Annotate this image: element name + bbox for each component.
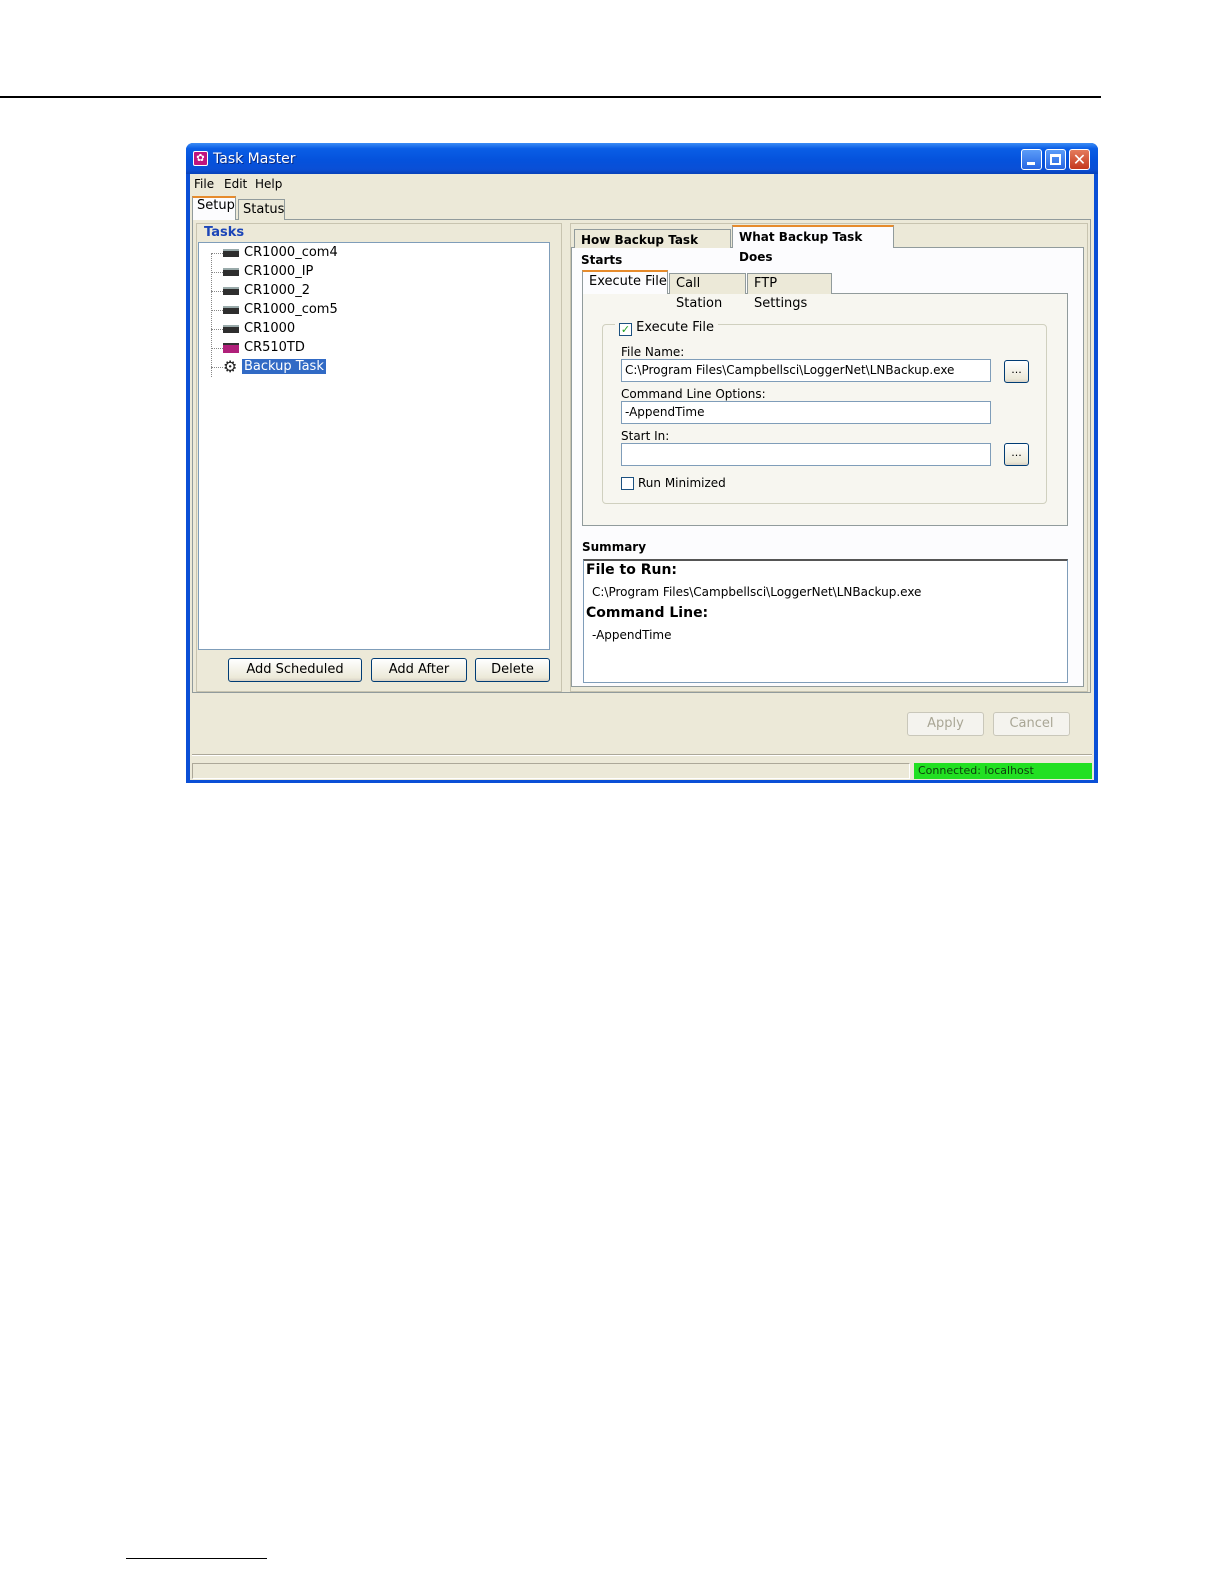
tree-item-label: Backup Task [242, 359, 326, 374]
tree-item-label: CR1000_com4 [244, 245, 338, 260]
datalogger-icon [223, 268, 239, 276]
file-name-browse-button[interactable]: ... [1004, 360, 1029, 383]
tab-how-backup-task-starts[interactable]: How Backup Task Starts [574, 229, 731, 267]
tree-item-label: CR510TD [244, 340, 305, 355]
start-in-label: Start In: [621, 429, 670, 443]
delete-button[interactable]: Delete [475, 658, 550, 682]
tree-item-label: CR1000_com5 [244, 302, 338, 317]
tab-execute-file[interactable]: Execute File [582, 270, 668, 294]
datalogger-icon [223, 249, 239, 257]
execute-file-checkbox[interactable]: ✓ [619, 323, 632, 336]
window-title: Task Master [213, 151, 296, 167]
page-header-rule [0, 96, 1101, 98]
menu-file[interactable]: File [194, 177, 214, 191]
run-minimized-checkbox[interactable] [621, 477, 634, 490]
add-after-button[interactable]: Add After [371, 658, 467, 682]
add-scheduled-button[interactable]: Add Scheduled [228, 658, 362, 682]
maximize-icon[interactable] [1045, 149, 1066, 170]
start-in-browse-button[interactable]: ... [1004, 443, 1029, 466]
datalogger-icon [223, 343, 239, 353]
tree-item-label: CR1000_2 [244, 283, 310, 298]
tree-item-cr1000[interactable]: CR1000 [211, 320, 411, 338]
tree-item-backup-task[interactable]: ⚙ Backup Task [211, 358, 411, 376]
tree-item-label: CR1000 [244, 321, 296, 336]
menu-edit[interactable]: Edit [224, 177, 247, 191]
start-in-input[interactable] [621, 443, 991, 466]
summary-command-value: -AppendTime [592, 628, 672, 642]
apply-button[interactable]: Apply [907, 712, 984, 736]
app-icon: ✿ [193, 151, 208, 166]
tab-call-station[interactable]: Call Station [669, 273, 746, 311]
summary-command-heading: Command Line: [586, 605, 709, 621]
datalogger-icon [223, 306, 239, 314]
status-bar: Connected: localhost [190, 762, 1094, 780]
datalogger-icon [223, 325, 239, 333]
tab-setup[interactable]: Setup [192, 196, 236, 220]
tree-item-cr1000-com4[interactable]: CR1000_com4 [211, 244, 411, 262]
status-separator [192, 754, 1092, 756]
tab-ftp-settings[interactable]: FTP Settings [747, 273, 832, 311]
file-name-label: File Name: [621, 345, 685, 359]
task-tree[interactable]: CR1000_com4 CR1000_IP CR1000_2 CR1000_co… [198, 242, 550, 650]
datalogger-icon [223, 287, 239, 295]
file-name-input[interactable]: C:\Program Files\Campbellsci\LoggerNet\L… [621, 359, 991, 382]
summary-label: Summary [582, 540, 647, 554]
tree-item-cr1000-ip[interactable]: CR1000_IP [211, 263, 411, 281]
tree-item-cr1000-2[interactable]: CR1000_2 [211, 282, 411, 300]
summary-file-heading: File to Run: [586, 562, 678, 578]
menu-help[interactable]: Help [255, 177, 282, 191]
cancel-button[interactable]: Cancel [993, 712, 1070, 736]
gear-icon: ⚙ [223, 357, 238, 376]
close-icon[interactable]: ✕ [1069, 149, 1090, 170]
status-message-area [192, 763, 910, 779]
run-minimized-label: Run Minimized [638, 476, 726, 490]
menu-bar: File Edit Help [190, 174, 1094, 194]
tasks-title: Tasks [204, 225, 245, 240]
command-line-options-input[interactable]: -AppendTime [621, 401, 991, 424]
task-master-window: ✿ Task Master ✕ File Edit Help Setup Sta… [186, 143, 1098, 783]
connection-status: Connected: localhost [914, 763, 1092, 779]
title-bar[interactable]: ✿ Task Master ✕ [186, 143, 1098, 174]
command-line-options-label: Command Line Options: [621, 387, 766, 401]
summary-box: File to Run: C:\Program Files\Campbellsc… [583, 559, 1068, 683]
footnote-rule [126, 1558, 267, 1559]
window-client: File Edit Help Setup Status Tasks CR1000… [190, 174, 1094, 780]
execute-file-group-header: ✓ Execute File [615, 320, 719, 336]
minimize-icon[interactable] [1021, 149, 1042, 170]
summary-file-value: C:\Program Files\Campbellsci\LoggerNet\L… [592, 585, 922, 599]
tab-status[interactable]: Status [238, 199, 285, 220]
execute-file-checkbox-label: Execute File [636, 320, 715, 335]
tab-what-backup-task-does[interactable]: What Backup Task Does [732, 225, 894, 264]
tree-item-label: CR1000_IP [244, 264, 314, 279]
tree-item-cr510td[interactable]: CR510TD [211, 339, 411, 357]
tree-item-cr1000-com5[interactable]: CR1000_com5 [211, 301, 411, 319]
